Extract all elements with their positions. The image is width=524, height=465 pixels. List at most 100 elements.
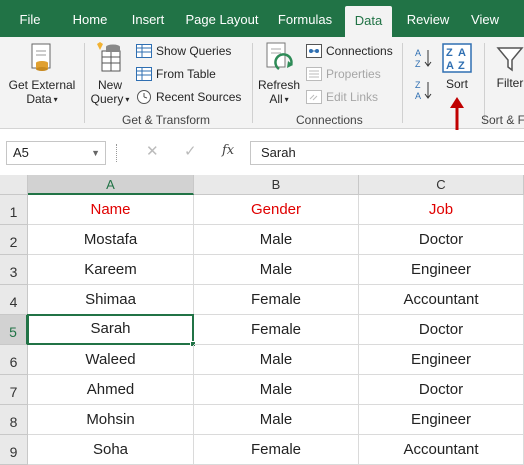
tab-page-layout[interactable]: Page Layout — [182, 0, 262, 37]
cell-c5[interactable]: Doctor — [359, 315, 524, 345]
tab-formulas[interactable]: Formulas — [270, 0, 340, 37]
chevron-down-icon[interactable]: ▼ — [91, 142, 100, 164]
svg-text:Z: Z — [415, 59, 421, 69]
get-external-data-button[interactable]: Get External Data ▾ — [4, 41, 80, 111]
tab-data[interactable]: Data — [345, 6, 392, 37]
cell-a1[interactable]: Name — [28, 195, 194, 225]
chevron-down-icon: ▾ — [125, 95, 130, 104]
cell-c7[interactable]: Doctor — [359, 375, 524, 405]
properties-label: Properties — [326, 67, 381, 81]
filter-button[interactable]: Filter — [490, 45, 524, 99]
get-external-data-label-1: Get External — [8, 78, 76, 92]
new-query-icon — [97, 42, 121, 72]
cell-a4[interactable]: Shimaa — [28, 285, 194, 315]
connections-button[interactable]: Connections — [306, 41, 393, 61]
refresh-all-button[interactable]: Refresh All ▾ — [256, 41, 302, 111]
tab-review[interactable]: Review — [400, 0, 456, 37]
refresh-all-label-1: Refresh — [257, 78, 301, 92]
from-table-label: From Table — [156, 67, 216, 81]
tab-file[interactable]: File — [8, 0, 52, 37]
tab-home[interactable]: Home — [62, 0, 118, 37]
cell-b8[interactable]: Male — [194, 405, 359, 435]
sort-ascending-icon: A Z — [415, 48, 432, 69]
ribbon-separator — [402, 43, 403, 123]
ribbon-separator — [252, 43, 253, 123]
recent-sources-button[interactable]: Recent Sources — [136, 87, 241, 107]
row-header-6[interactable]: 6 — [0, 345, 28, 375]
tab-insert[interactable]: Insert — [122, 0, 174, 37]
cell-a7[interactable]: Ahmed — [28, 375, 194, 405]
row-header-1[interactable]: 1 — [0, 195, 28, 225]
row-header-2[interactable]: 2 — [0, 225, 28, 255]
cell-a2[interactable]: Mostafa — [28, 225, 194, 255]
row-header-4[interactable]: 4 — [0, 285, 28, 315]
svg-text:A: A — [415, 91, 421, 101]
cell-b3[interactable]: Male — [194, 255, 359, 285]
sort-z-to-a-button[interactable]: Z A — [414, 79, 434, 101]
from-table-button[interactable]: From Table — [136, 64, 216, 84]
properties-button[interactable]: Properties — [306, 64, 381, 84]
connections-icon — [306, 44, 322, 58]
ribbon-separator — [84, 43, 85, 123]
cancel-icon[interactable]: ✕ — [146, 142, 159, 160]
cell-b9[interactable]: Female — [194, 435, 359, 465]
show-queries-label: Show Queries — [156, 44, 232, 58]
refresh-all-label-row: All ▾ — [256, 92, 302, 107]
connections-group-label: Connections — [296, 113, 363, 127]
table-icon — [136, 67, 152, 81]
sort-descending-icon: Z A — [415, 80, 432, 101]
edit-links-button[interactable]: Edit Links — [306, 87, 378, 107]
cell-b2[interactable]: Male — [194, 225, 359, 255]
select-all-corner[interactable] — [0, 175, 28, 195]
show-queries-button[interactable]: Show Queries — [136, 41, 231, 61]
ribbon-data: Get External Data ▾ New Query ▾ Show Que… — [0, 37, 524, 133]
sort-a-to-z-button[interactable]: A Z — [414, 47, 434, 69]
chevron-down-icon: ▾ — [53, 95, 58, 104]
row-header-3[interactable]: 3 — [0, 255, 28, 285]
cell-c4[interactable]: Accountant — [359, 285, 524, 315]
cell-c6[interactable]: Engineer — [359, 345, 524, 375]
cell-c2[interactable]: Doctor — [359, 225, 524, 255]
svg-text:A: A — [458, 47, 466, 59]
clock-icon — [137, 90, 151, 104]
cell-c1[interactable]: Job — [359, 195, 524, 225]
row-header-7[interactable]: 7 — [0, 375, 28, 405]
tab-view[interactable]: View — [462, 0, 508, 37]
cell-b5[interactable]: Female — [194, 315, 359, 345]
recent-sources-label: Recent Sources — [156, 90, 242, 104]
refresh-icon — [266, 42, 293, 71]
cell-b1[interactable]: Gender — [194, 195, 359, 225]
cell-b6[interactable]: Male — [194, 345, 359, 375]
cell-c8[interactable]: Engineer — [359, 405, 524, 435]
column-header-c[interactable]: C — [359, 175, 524, 195]
cell-a9[interactable]: Soha — [28, 435, 194, 465]
name-box[interactable]: A5 ▼ — [6, 141, 106, 165]
column-header-b[interactable]: B — [194, 175, 359, 195]
cell-a6[interactable]: Waleed — [28, 345, 194, 375]
cell-a5[interactable]: Sarah — [27, 314, 194, 345]
insert-function-button[interactable]: fx — [222, 143, 234, 158]
cell-c9[interactable]: Accountant — [359, 435, 524, 465]
sort-button[interactable]: Z A A Z Sort — [440, 43, 474, 97]
new-query-label-1: New — [97, 78, 122, 92]
svg-text:A: A — [446, 60, 454, 72]
get-transform-group-label: Get & Transform — [122, 113, 211, 127]
worksheet-grid: A B C 1 Name Gender Job 2 Mostafa Male Doctor 3 K… — [0, 175, 524, 465]
formula-bar-grip[interactable] — [116, 144, 120, 162]
cell-c3[interactable]: Engineer — [359, 255, 524, 285]
edit-links-label: Edit Links — [326, 90, 379, 104]
column-header-a[interactable]: A — [28, 175, 194, 195]
formula-bar: A5 ▼ ✕ ✓ fx Sarah — [0, 130, 524, 175]
cell-a3[interactable]: Kareem — [28, 255, 194, 285]
row-header-5[interactable]: 5 — [0, 315, 28, 345]
cell-b7[interactable]: Male — [194, 375, 359, 405]
name-box-value: A5 — [13, 145, 29, 160]
cell-b4[interactable]: Female — [194, 285, 359, 315]
svg-text:A: A — [415, 48, 421, 58]
cell-a8[interactable]: Mohsin — [28, 405, 194, 435]
row-header-9[interactable]: 9 — [0, 435, 28, 465]
enter-icon[interactable]: ✓ — [184, 142, 197, 160]
formula-input[interactable]: Sarah — [250, 141, 524, 165]
new-query-button[interactable]: New Query ▾ — [88, 41, 132, 111]
row-header-8[interactable]: 8 — [0, 405, 28, 435]
